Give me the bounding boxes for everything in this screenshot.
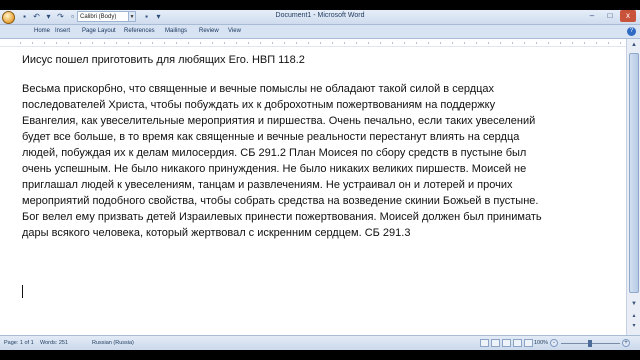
- screen: ▪ ↶ ▾ ↷ ▫ Calibri (Body) ▼ ▪ ▾ Document1…: [0, 0, 640, 360]
- draft-button[interactable]: [524, 339, 533, 347]
- document-line: Бог велел ему призвать детей Израилевых …: [22, 211, 542, 223]
- previous-page-icon[interactable]: ▴: [628, 311, 640, 321]
- ribbon-tabs: Home Insert Page Layout References Maili…: [0, 25, 640, 39]
- document-line: мероприятий подобного свойства, чтобы со…: [22, 195, 539, 207]
- tab-references[interactable]: References: [124, 28, 155, 34]
- document-page[interactable]: Иисус пошел приготовить для любящих Его.…: [0, 47, 626, 335]
- tab-home[interactable]: Home: [34, 28, 50, 34]
- close-button[interactable]: x: [620, 10, 636, 22]
- print-layout-button[interactable]: [480, 339, 489, 347]
- maximize-button[interactable]: □: [602, 10, 618, 22]
- document-line: дары всякого человека, который жертвовал…: [22, 227, 411, 239]
- ruler: [0, 39, 640, 47]
- text-caret: [22, 285, 23, 298]
- web-layout-button[interactable]: [502, 339, 511, 347]
- document-line: Евангелия, как увеселительные мероприяти…: [22, 115, 536, 127]
- zoom-in-button[interactable]: +: [622, 339, 630, 347]
- tab-review[interactable]: Review: [199, 28, 219, 34]
- zoom-slider-thumb[interactable]: [588, 340, 592, 347]
- language-indicator[interactable]: Russian (Russia): [92, 340, 134, 346]
- help-icon[interactable]: ?: [627, 27, 636, 36]
- scrollbar-thumb[interactable]: [629, 53, 639, 293]
- vertical-scrollbar[interactable]: ▲ ▼ ▴ ▾: [626, 39, 640, 335]
- scroll-up-icon[interactable]: ▲: [628, 40, 640, 50]
- document-line: последователей Христа, чтобы побуждать и…: [22, 99, 496, 111]
- view-buttons: [480, 339, 533, 347]
- document-line: будет все больше, в то время как священн…: [22, 131, 520, 143]
- zoom-level[interactable]: 100%: [534, 340, 548, 346]
- full-screen-reading-button[interactable]: [491, 339, 500, 347]
- window-title: Document1 - Microsoft Word: [275, 12, 365, 19]
- document-line: людей, побуждая их к делам милосердия. С…: [22, 147, 527, 159]
- window-controls: – □ x: [584, 10, 636, 22]
- next-page-icon[interactable]: ▾: [628, 321, 640, 331]
- tab-page-layout[interactable]: Page Layout: [82, 28, 116, 34]
- document-line: Весьма прискорбно, что священные и вечны…: [22, 83, 495, 95]
- minimize-button[interactable]: –: [584, 10, 600, 22]
- ruler-ticks: [20, 42, 626, 44]
- zoom-out-button[interactable]: -: [550, 339, 558, 347]
- scroll-down-icon[interactable]: ▼: [628, 299, 640, 309]
- word-window: ▪ ↶ ▾ ↷ ▫ Calibri (Body) ▼ ▪ ▾ Document1…: [0, 10, 640, 350]
- outline-button[interactable]: [513, 339, 522, 347]
- page-count[interactable]: Page: 1 of 1: [4, 340, 34, 346]
- tab-mailings[interactable]: Mailings: [165, 28, 187, 34]
- tab-view[interactable]: View: [228, 28, 241, 34]
- word-count[interactable]: Words: 251: [40, 340, 68, 346]
- document-line: очень успешным. Не было никакого принужд…: [22, 163, 527, 175]
- tab-insert[interactable]: Insert: [55, 28, 70, 34]
- document-line: Иисус пошел приготовить для любящих Его.…: [22, 54, 305, 66]
- document-line: приглашал людей к увеселениям, танцам и …: [22, 179, 513, 191]
- status-bar: Page: 1 of 1 Words: 251 Russian (Russia)…: [0, 335, 640, 350]
- title-bar: ▪ ↶ ▾ ↷ ▫ Calibri (Body) ▼ ▪ ▾ Document1…: [0, 10, 640, 25]
